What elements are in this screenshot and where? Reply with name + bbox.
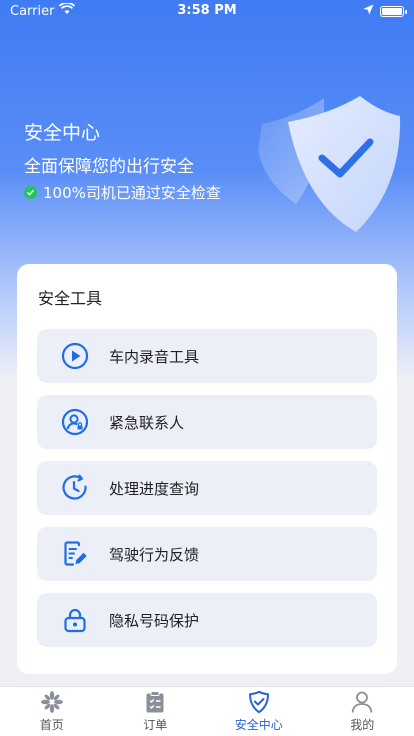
driver-check-status: 100%司机已通过安全检查 xyxy=(24,182,221,203)
tab-safety-center[interactable]: 安全中心 xyxy=(207,687,311,736)
tool-label: 隐私号码保护 xyxy=(109,611,200,630)
safety-tools-title: 安全工具 xyxy=(38,289,103,308)
progress-clock-icon xyxy=(61,474,89,502)
profile-icon xyxy=(350,690,374,714)
battery-icon xyxy=(380,5,407,17)
shield-check-icon xyxy=(247,690,271,714)
feedback-edit-icon xyxy=(61,540,89,568)
order-clipboard-icon xyxy=(143,690,167,714)
tab-profile[interactable]: 我的 xyxy=(311,687,414,736)
tool-label: 紧急联系人 xyxy=(109,413,185,432)
driver-check-text: 100%司机已通过安全检查 xyxy=(43,184,221,202)
tool-progress-query[interactable]: 处理进度查询 xyxy=(37,461,377,515)
status-bar: Carrier 3:58 PM xyxy=(0,0,414,22)
bottom-tab-bar: 首页 订单 安全中心 我的 xyxy=(0,686,414,736)
play-circle-icon xyxy=(61,342,89,370)
tab-home[interactable]: 首页 xyxy=(0,687,104,736)
home-pinwheel-icon xyxy=(40,690,64,714)
status-time: 3:58 PM xyxy=(177,3,237,18)
tool-label: 驾驶行为反馈 xyxy=(109,545,200,564)
check-circle-icon xyxy=(24,186,37,199)
tool-driving-feedback[interactable]: 驾驶行为反馈 xyxy=(37,527,377,581)
tab-label: 我的 xyxy=(350,718,375,732)
page-title: 安全中心 xyxy=(24,122,101,144)
tab-label: 安全中心 xyxy=(234,718,283,732)
tool-label: 车内录音工具 xyxy=(109,347,200,366)
hero-subtitle: 全面保障您的出行安全 xyxy=(24,157,194,177)
lock-icon xyxy=(61,606,89,634)
tool-in-car-recording[interactable]: 车内录音工具 xyxy=(37,329,377,383)
contact-icon xyxy=(61,408,89,436)
safety-tools-card: 安全工具 车内录音工具 紧急联系人 处理进度查询 驾驶行为反馈 隐私号码保护 xyxy=(17,264,397,674)
tool-emergency-contact[interactable]: 紧急联系人 xyxy=(37,395,377,449)
tab-label: 订单 xyxy=(143,718,168,732)
tool-label: 处理进度查询 xyxy=(109,479,200,498)
tool-privacy-number[interactable]: 隐私号码保护 xyxy=(37,593,377,647)
tab-label: 首页 xyxy=(39,718,64,732)
tab-orders[interactable]: 订单 xyxy=(104,687,208,736)
shield-check-illustration-icon xyxy=(248,92,408,237)
